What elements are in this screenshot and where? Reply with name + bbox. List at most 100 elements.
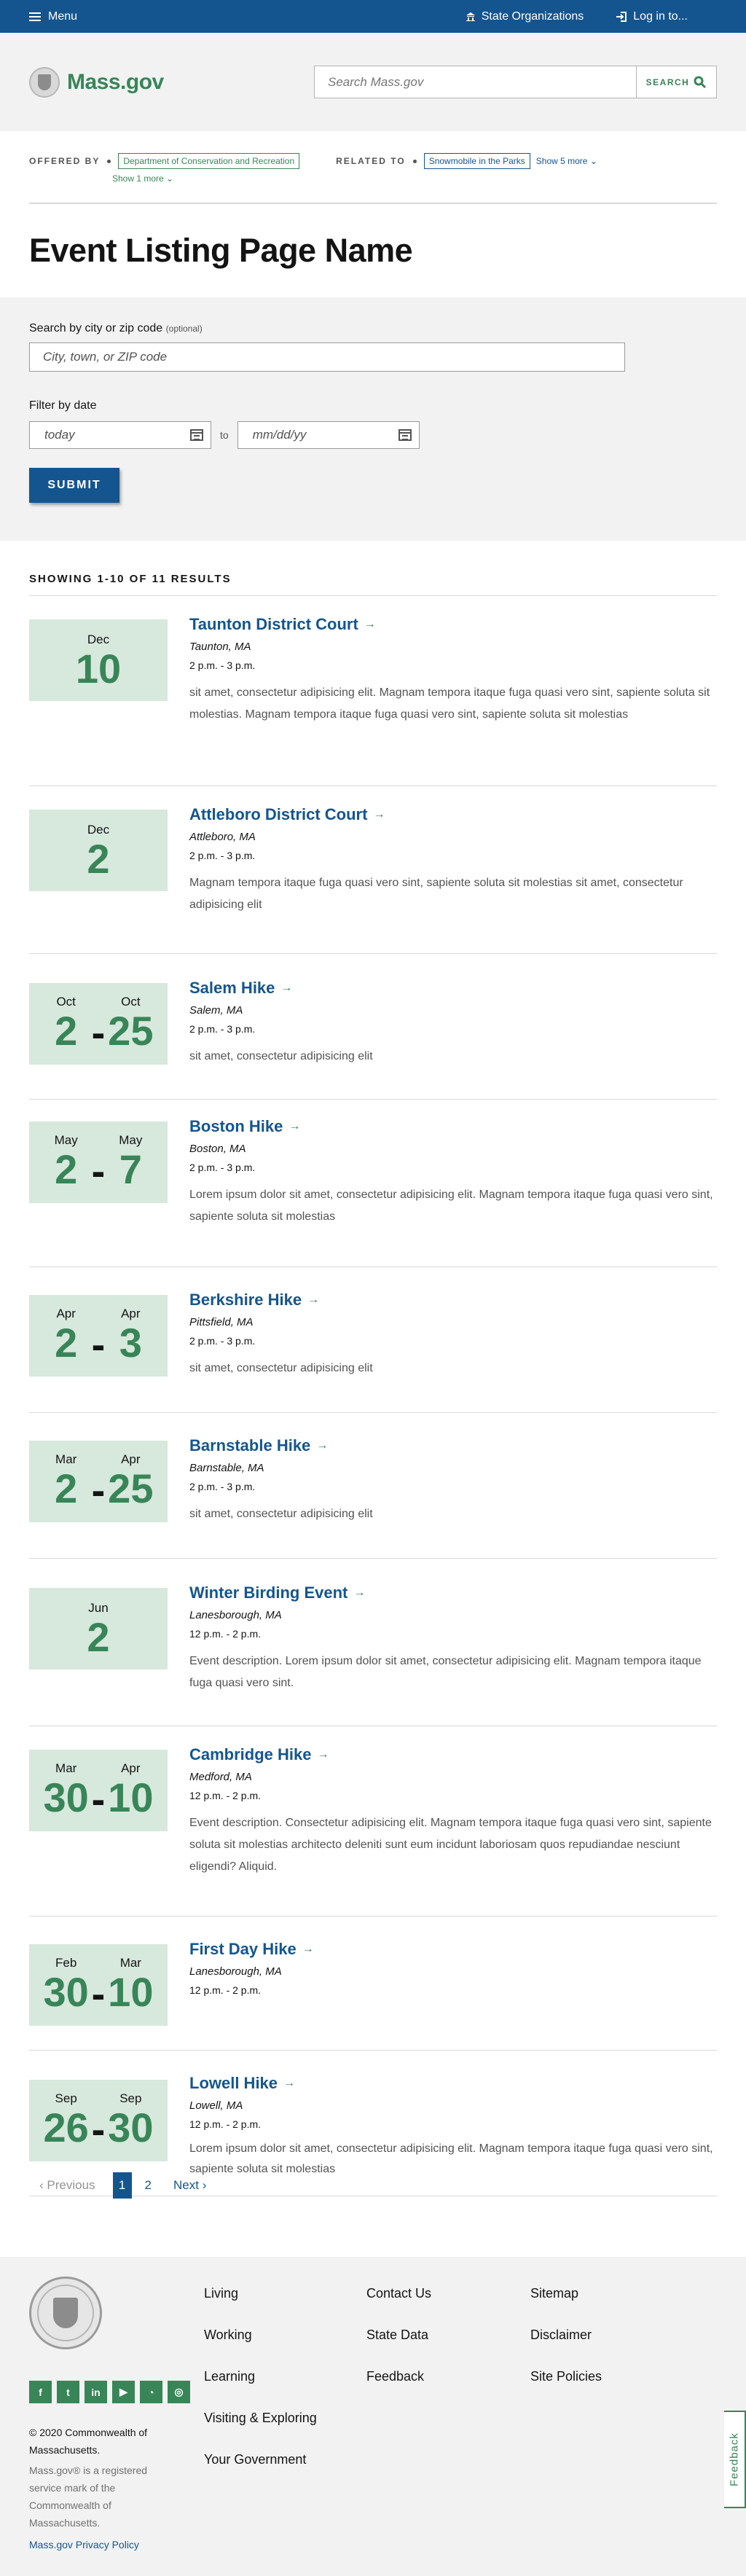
rss-icon[interactable]: ◔ bbox=[140, 2381, 162, 2403]
login-button[interactable]: Log in to... bbox=[616, 10, 688, 23]
event-start-day: 30 bbox=[43, 1774, 89, 1820]
footer-link-feedback[interactable]: Feedback bbox=[366, 2369, 431, 2384]
offered-by-label: OFFERED BY bbox=[29, 156, 101, 166]
menu-button[interactable]: Menu bbox=[29, 10, 77, 23]
site-header: Mass.gov SEARCH bbox=[0, 33, 746, 131]
page-1-button[interactable]: 1 bbox=[112, 2172, 132, 2199]
event-date-badge: Mar 2 - Apr 25 bbox=[29, 1441, 168, 1522]
event-end-day: 10 bbox=[108, 1774, 154, 1820]
social-links: f t in ▶ ◔ ◎ bbox=[29, 2381, 190, 2403]
next-label: Next bbox=[173, 2178, 199, 2192]
footer-state-seal[interactable] bbox=[29, 2276, 102, 2349]
city-input[interactable]: City, town, or ZIP code bbox=[29, 342, 625, 372]
arrow-right-icon: → bbox=[364, 618, 376, 630]
related-link[interactable]: Snowmobile in the Parks bbox=[423, 153, 530, 169]
event-title-link[interactable]: Salem Hike → bbox=[189, 979, 292, 998]
event-location: Lanesborough, MA bbox=[189, 1609, 282, 1621]
building-icon bbox=[466, 12, 475, 21]
mass-gov-logo[interactable]: Mass.gov bbox=[29, 66, 164, 98]
search-input[interactable] bbox=[315, 66, 636, 98]
event-title-link[interactable]: Attleboro District Court → bbox=[189, 805, 385, 824]
event-title: Lowell Hike bbox=[189, 2074, 278, 2092]
submit-button[interactable]: SUBMIT bbox=[29, 468, 119, 503]
calendar-icon[interactable] bbox=[398, 429, 412, 441]
event-item: Dec 10 Taunton District Court → Taunton, … bbox=[29, 596, 717, 786]
state-seal-icon bbox=[29, 66, 60, 98]
arrow-right-icon: → bbox=[302, 1943, 314, 1955]
event-time: 2 p.m. - 3 p.m. bbox=[189, 1481, 256, 1492]
event-end-month: Apr bbox=[121, 1761, 141, 1775]
event-title-link[interactable]: Lowell Hike → bbox=[189, 2074, 295, 2093]
footer-link-sitemap[interactable]: Sitemap bbox=[530, 2286, 602, 2301]
previous-page-button[interactable]: ‹ Previous bbox=[39, 2178, 95, 2193]
separator-dot bbox=[412, 159, 417, 163]
footer-link-visiting[interactable]: Visiting & Exploring bbox=[204, 2411, 317, 2426]
event-time: 2 p.m. - 3 p.m. bbox=[189, 850, 256, 861]
calendar-icon[interactable] bbox=[190, 429, 203, 441]
event-title: Attleboro District Court bbox=[189, 805, 368, 823]
event-date-badge: May 2 - May 7 bbox=[29, 1121, 168, 1203]
event-title-link[interactable]: First Day Hike → bbox=[189, 1940, 314, 1959]
date-range-dash: - bbox=[91, 1467, 106, 1513]
event-title: Barnstable Hike bbox=[189, 1436, 311, 1455]
footer-link-working[interactable]: Working bbox=[204, 2328, 317, 2343]
event-title-link[interactable]: Winter Birding Event → bbox=[189, 1583, 365, 1602]
event-start-month: Mar bbox=[55, 1452, 77, 1466]
event-description: Lorem ipsum dolor sit amet, consectetur … bbox=[189, 1189, 713, 1223]
page-2-button[interactable]: 2 bbox=[139, 2178, 157, 2193]
event-time: 12 p.m. - 2 p.m. bbox=[189, 1790, 262, 1801]
arrow-right-icon: → bbox=[317, 1748, 329, 1761]
event-start-day: 26 bbox=[43, 2105, 89, 2150]
footer-link-contact[interactable]: Contact Us bbox=[366, 2286, 431, 2301]
footer-link-state-data[interactable]: State Data bbox=[366, 2328, 431, 2343]
facebook-icon[interactable]: f bbox=[29, 2381, 52, 2403]
related-to-label: RELATED TO bbox=[336, 156, 406, 166]
event-end-month: Oct bbox=[121, 995, 141, 1009]
event-title-link[interactable]: Cambridge Hike → bbox=[189, 1745, 329, 1764]
youtube-icon[interactable]: ▶ bbox=[112, 2381, 135, 2403]
footer-link-government[interactable]: Your Government bbox=[204, 2452, 317, 2467]
event-title-link[interactable]: Barnstable Hike → bbox=[189, 1436, 328, 1455]
footer-link-learning[interactable]: Learning bbox=[204, 2369, 317, 2384]
privacy-policy-link[interactable]: Mass.gov Privacy Policy bbox=[29, 2536, 160, 2553]
event-time: 12 p.m. - 2 p.m. bbox=[189, 2118, 262, 2130]
results-count: SHOWING 1-10 OF 11 RESULTS bbox=[29, 573, 232, 585]
linkedin-icon[interactable]: in bbox=[85, 2381, 107, 2403]
event-end-month: Apr bbox=[121, 1452, 141, 1466]
event-item: Mar 2 - Apr 25 Barnstable Hike → Barnstable… bbox=[29, 1413, 717, 1559]
event-location: Attleboro, MA bbox=[189, 831, 256, 843]
event-end-day: 25 bbox=[108, 1465, 154, 1511]
event-time: 12 p.m. - 2 p.m. bbox=[189, 1984, 262, 1996]
date-range: today to mm/dd/yy bbox=[29, 421, 717, 449]
search-icon bbox=[694, 76, 707, 88]
search-button[interactable]: SEARCH bbox=[636, 66, 716, 98]
state-organizations-button[interactable]: State Organizations bbox=[466, 10, 584, 23]
instagram-icon[interactable]: ◎ bbox=[168, 2381, 190, 2403]
event-time: 2 p.m. - 3 p.m. bbox=[189, 659, 256, 671]
show-more-offered-button[interactable]: Show 1 more ⌄ bbox=[112, 173, 717, 184]
event-end-day: 30 bbox=[108, 2105, 154, 2150]
event-date-badge: Sep 26 - Sep 30 bbox=[29, 2080, 168, 2161]
start-date-input[interactable]: today bbox=[29, 421, 211, 449]
event-item: Jun 2 Winter Birding Event → Lanesborough… bbox=[29, 1559, 717, 1726]
event-title-link[interactable]: Boston Hike → bbox=[189, 1117, 300, 1136]
show-more-related-button[interactable]: Show 5 more ⌄ bbox=[536, 156, 597, 166]
arrow-right-icon: → bbox=[353, 1586, 366, 1599]
twitter-icon[interactable]: t bbox=[57, 2381, 79, 2403]
chevron-down-icon: ⌄ bbox=[166, 173, 174, 184]
event-time: 2 p.m. - 3 p.m. bbox=[189, 1335, 256, 1347]
event-title-link[interactable]: Berkshire Hike → bbox=[189, 1291, 319, 1309]
city-label: Search by city or zip code (optional) bbox=[29, 322, 717, 335]
end-date-input[interactable]: mm/dd/yy bbox=[237, 421, 420, 449]
chevron-down-icon: ⌄ bbox=[589, 156, 597, 166]
feedback-tab[interactable]: Feedback bbox=[724, 2411, 746, 2508]
next-page-button[interactable]: Next › bbox=[173, 2178, 206, 2193]
copyright-text: © 2020 Commonwealth of Massachusetts. bbox=[29, 2427, 148, 2456]
offered-by-link[interactable]: Department of Conservation and Recreatio… bbox=[118, 153, 300, 169]
footer-link-living[interactable]: Living bbox=[204, 2286, 317, 2301]
footer-link-site-policies[interactable]: Site Policies bbox=[530, 2369, 602, 2384]
event-description: Lorem ipsum dolor sit amet, consectetur … bbox=[189, 2142, 713, 2175]
footer-link-disclaimer[interactable]: Disclaimer bbox=[530, 2328, 602, 2343]
event-title-link[interactable]: Taunton District Court → bbox=[189, 615, 376, 634]
event-end-day: 25 bbox=[108, 1008, 154, 1054]
